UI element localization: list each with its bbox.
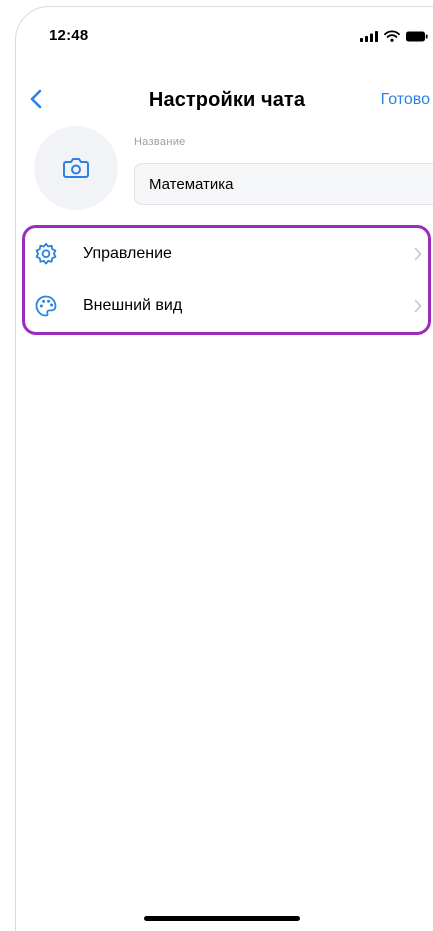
signal-icon xyxy=(360,30,378,42)
chat-name-label: Название xyxy=(134,136,186,148)
nav-bar: Настройки чата Готово xyxy=(16,77,433,121)
palette-icon xyxy=(35,295,57,317)
wifi-icon xyxy=(384,30,400,42)
page-title: Настройки чата xyxy=(148,89,306,111)
phone-screen: 12:48 Настройки чата Готово Название Мат… xyxy=(15,6,433,931)
status-icons xyxy=(360,30,428,42)
camera-icon xyxy=(63,158,89,178)
menu-item-label: Внешний вид xyxy=(83,297,183,314)
menu-item-management[interactable]: Управление xyxy=(25,228,428,280)
menu-item-appearance[interactable]: Внешний вид xyxy=(25,280,428,332)
menu-item-label: Управление xyxy=(83,245,172,262)
gear-icon xyxy=(35,242,57,265)
chevron-right-icon xyxy=(414,247,422,261)
chat-avatar-button[interactable] xyxy=(34,126,118,210)
chat-name-input[interactable] xyxy=(134,163,433,205)
status-bar: 12:48 xyxy=(16,7,433,63)
settings-menu-group: Управление Внешний вид xyxy=(22,225,431,335)
chevron-right-icon xyxy=(414,299,422,313)
battery-icon xyxy=(406,31,428,41)
status-time: 12:48 xyxy=(49,27,89,44)
done-button[interactable]: Готово xyxy=(381,91,430,109)
home-indicator xyxy=(144,916,300,921)
